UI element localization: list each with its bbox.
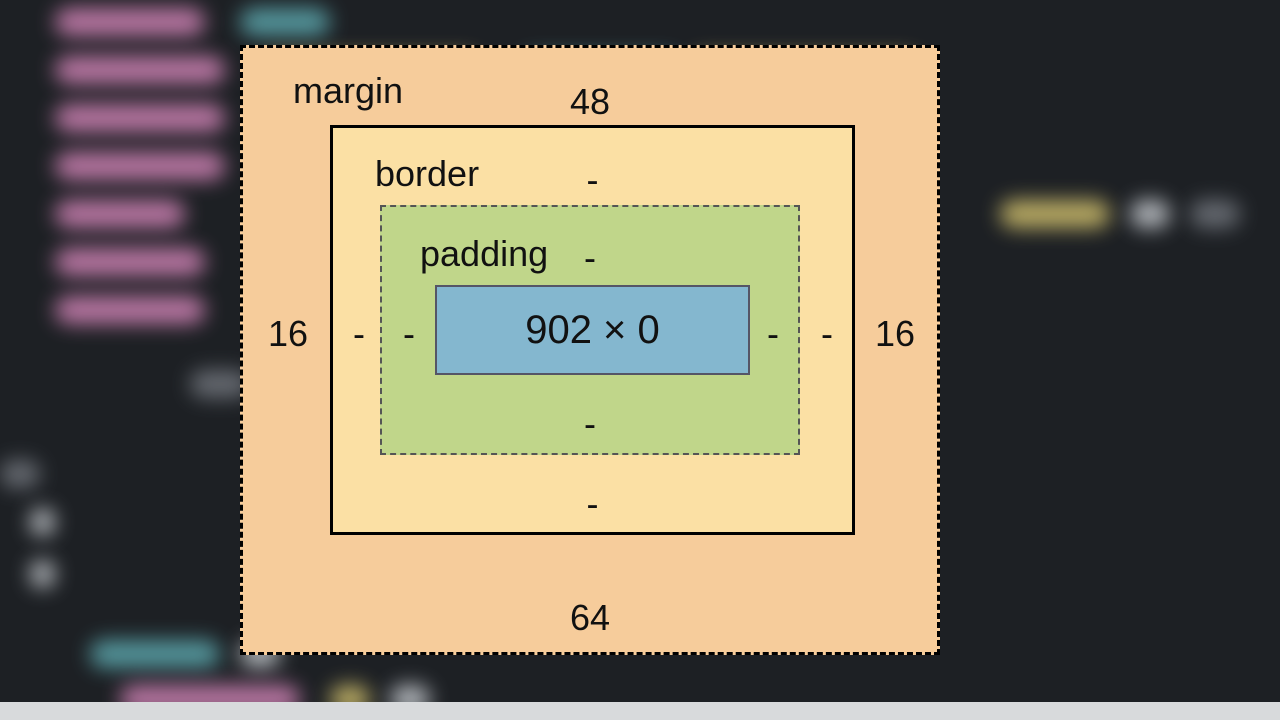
border-right-value: -	[812, 313, 842, 355]
padding-bottom-value: -	[380, 403, 800, 445]
border-top-value: -	[330, 159, 855, 201]
margin-left-value: 16	[258, 313, 318, 355]
box-model-diagram: margin 48 64 16 16 border - - - - paddin…	[240, 45, 940, 655]
padding-left-value: -	[394, 313, 424, 355]
content-layer: 902 × 0	[435, 285, 750, 375]
margin-right-value: 16	[865, 313, 925, 355]
border-left-value: -	[344, 313, 374, 355]
content-dimensions: 902 × 0	[525, 308, 660, 353]
margin-top-value: 48	[240, 81, 940, 123]
padding-right-value: -	[758, 313, 788, 355]
border-bottom-value: -	[330, 483, 855, 525]
margin-bottom-value: 64	[240, 597, 940, 639]
padding-top-value: -	[380, 237, 800, 279]
